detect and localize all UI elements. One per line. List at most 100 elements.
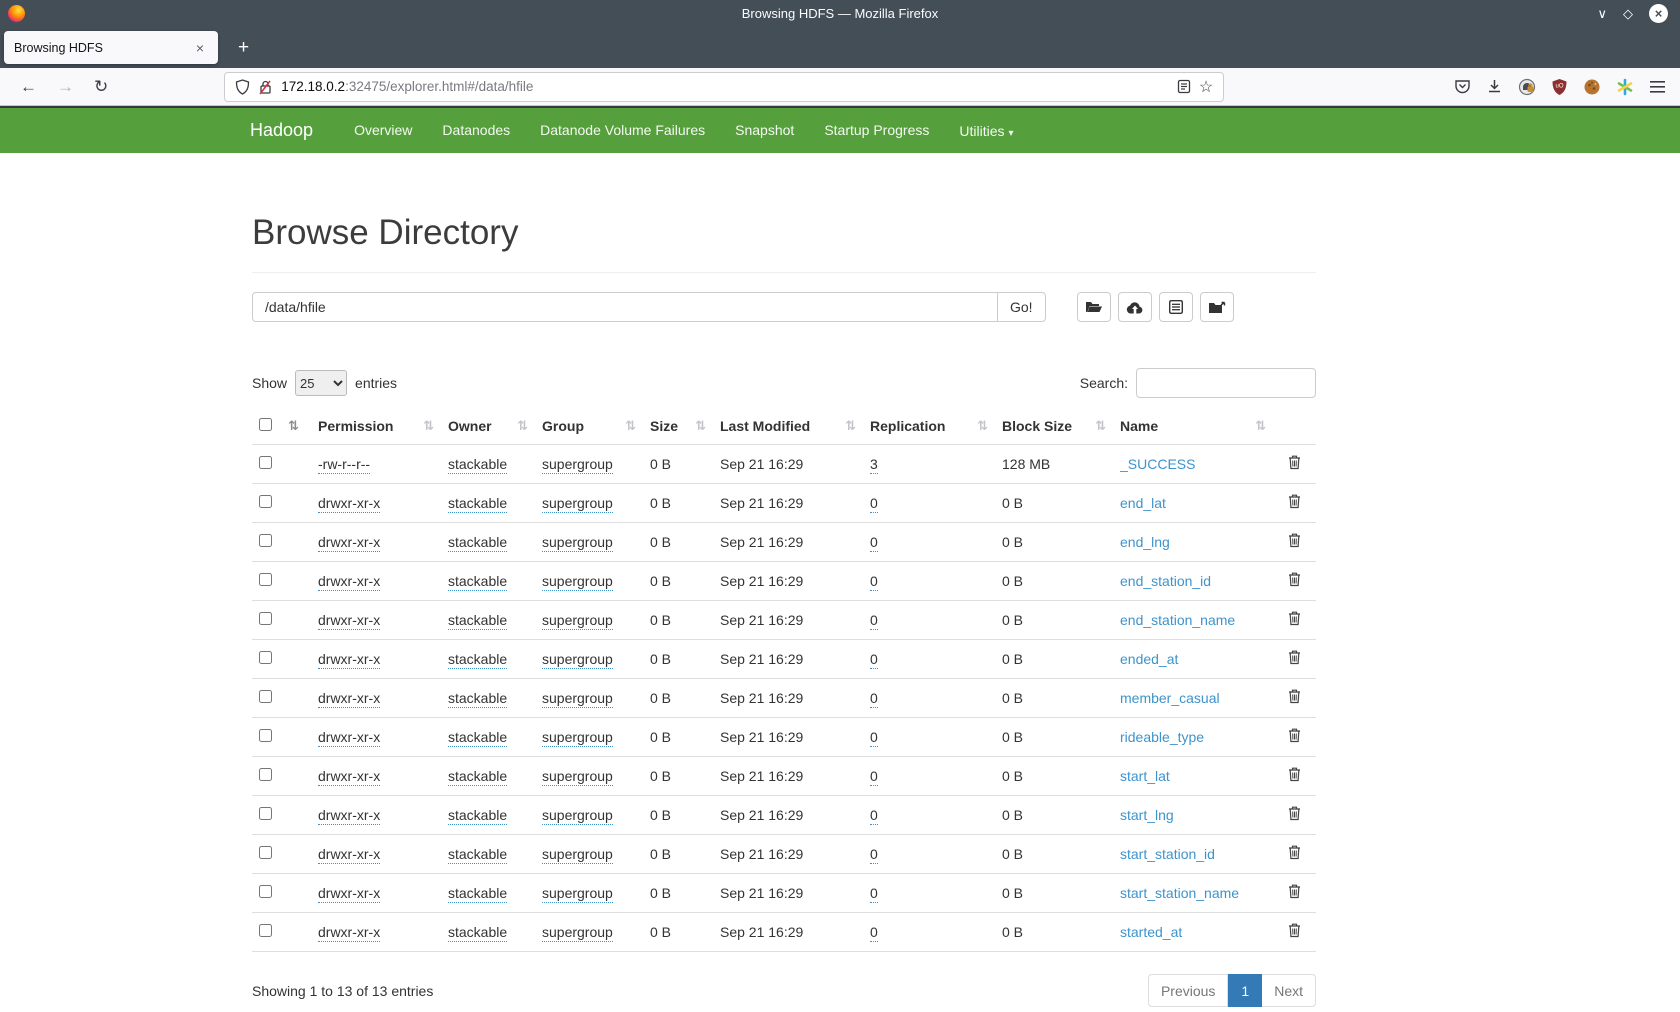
row-checkbox[interactable] (259, 729, 272, 742)
minimize-icon[interactable]: ∨ (1597, 7, 1607, 20)
replication-value[interactable]: 0 (870, 885, 878, 903)
file-link[interactable]: end_station_name (1120, 612, 1235, 628)
sort-icon[interactable]: ⇅ (517, 419, 528, 434)
group-value[interactable]: supergroup (542, 768, 613, 786)
row-checkbox[interactable] (259, 612, 272, 625)
permission-value[interactable]: drwxr-xr-x (318, 690, 380, 708)
group-value[interactable]: supergroup (542, 729, 613, 747)
group-value[interactable]: supergroup (542, 612, 613, 630)
delete-button[interactable] (1286, 765, 1303, 787)
replication-value[interactable]: 0 (870, 573, 878, 591)
select-all-checkbox[interactable] (259, 418, 272, 431)
owner-value[interactable]: stackable (448, 846, 507, 864)
navbar-item-snapshot[interactable]: Snapshot (720, 109, 809, 151)
reload-icon[interactable]: ↻ (84, 77, 118, 97)
permission-value[interactable]: drwxr-xr-x (318, 807, 380, 825)
back-icon[interactable]: ← (10, 77, 47, 97)
permission-value[interactable]: drwxr-xr-x (318, 573, 380, 591)
delete-button[interactable] (1286, 570, 1303, 592)
row-checkbox[interactable] (259, 495, 272, 508)
permission-value[interactable]: drwxr-xr-x (318, 924, 380, 942)
proxy-extension-icon[interactable] (1518, 78, 1536, 96)
url-bar[interactable]: 172.18.0.2:32475/explorer.html#/data/hfi… (224, 72, 1224, 102)
delete-button[interactable] (1286, 609, 1303, 631)
replication-value[interactable]: 0 (870, 846, 878, 864)
permission-value[interactable]: drwxr-xr-x (318, 885, 380, 903)
page-size-select[interactable]: 25 (295, 370, 347, 396)
forward-icon[interactable]: → (47, 77, 84, 97)
replication-value[interactable]: 0 (870, 768, 878, 786)
move-paste-button[interactable] (1200, 292, 1234, 322)
permission-value[interactable]: -rw-r--r-- (318, 456, 370, 474)
delete-button[interactable] (1286, 531, 1303, 553)
delete-button[interactable] (1286, 843, 1303, 865)
group-value[interactable]: supergroup (542, 534, 613, 552)
row-checkbox[interactable] (259, 846, 272, 859)
menu-icon[interactable] (1649, 80, 1666, 94)
navbar-item-overview[interactable]: Overview (339, 109, 427, 151)
replication-value[interactable]: 0 (870, 534, 878, 552)
column-size[interactable]: Size⇅ (650, 408, 720, 445)
row-checkbox[interactable] (259, 651, 272, 664)
delete-button[interactable] (1286, 687, 1303, 709)
ublock-icon[interactable]: uO (1551, 78, 1568, 96)
group-value[interactable]: supergroup (542, 573, 613, 591)
sort-icon[interactable]: ⇅ (288, 419, 299, 434)
column-name[interactable]: Name⇅ (1120, 408, 1280, 445)
close-icon[interactable]: × (1649, 4, 1668, 23)
owner-value[interactable]: stackable (448, 612, 507, 630)
go-button[interactable]: Go! (997, 292, 1046, 322)
replication-value[interactable]: 0 (870, 612, 878, 630)
row-checkbox[interactable] (259, 534, 272, 547)
group-value[interactable]: supergroup (542, 846, 613, 864)
cookie-extension-icon[interactable] (1583, 78, 1601, 96)
delete-button[interactable] (1286, 804, 1303, 826)
current-page-button[interactable]: 1 (1228, 974, 1262, 1007)
group-value[interactable]: supergroup (542, 885, 613, 903)
group-value[interactable]: supergroup (542, 807, 613, 825)
sort-icon[interactable]: ⇅ (977, 419, 988, 434)
owner-value[interactable]: stackable (448, 729, 507, 747)
permission-value[interactable]: drwxr-xr-x (318, 612, 380, 630)
replication-value[interactable]: 0 (870, 807, 878, 825)
sort-icon[interactable]: ⇅ (625, 419, 636, 434)
row-checkbox[interactable] (259, 690, 272, 703)
delete-button[interactable] (1286, 921, 1303, 943)
column-group[interactable]: Group⇅ (542, 408, 650, 445)
row-checkbox[interactable] (259, 807, 272, 820)
group-value[interactable]: supergroup (542, 651, 613, 669)
file-link[interactable]: rideable_type (1120, 729, 1204, 745)
navbar-item-datanodes[interactable]: Datanodes (427, 109, 525, 151)
column-permission[interactable]: Permission⇅ (318, 408, 448, 445)
insecure-lock-icon[interactable] (258, 79, 273, 95)
multi-account-extension-icon[interactable] (1616, 78, 1634, 96)
maximize-icon[interactable]: ◇ (1623, 7, 1633, 20)
row-checkbox[interactable] (259, 768, 272, 781)
previous-page-button[interactable]: Previous (1148, 974, 1228, 1007)
directory-path-input[interactable] (252, 292, 998, 322)
create-directory-button[interactable] (1077, 292, 1111, 322)
file-link[interactable]: started_at (1120, 924, 1182, 940)
permission-value[interactable]: drwxr-xr-x (318, 729, 380, 747)
navbar-item-datanode-volume-failures[interactable]: Datanode Volume Failures (525, 109, 720, 151)
owner-value[interactable]: stackable (448, 456, 507, 474)
delete-button[interactable] (1286, 726, 1303, 748)
permission-value[interactable]: drwxr-xr-x (318, 495, 380, 513)
file-link[interactable]: start_lat (1120, 768, 1170, 784)
sort-icon[interactable]: ⇅ (695, 419, 706, 434)
download-icon[interactable] (1486, 78, 1503, 95)
owner-value[interactable]: stackable (448, 573, 507, 591)
next-page-button[interactable]: Next (1262, 974, 1316, 1007)
replication-value[interactable]: 0 (870, 729, 878, 747)
delete-button[interactable] (1286, 453, 1303, 475)
new-tab-button[interactable]: + (232, 37, 255, 59)
shield-icon[interactable] (235, 79, 250, 95)
navbar-item-utilities[interactable]: Utilities▾ (944, 110, 1028, 152)
file-link[interactable]: start_station_id (1120, 846, 1215, 862)
row-checkbox[interactable] (259, 924, 272, 937)
navbar-item-startup-progress[interactable]: Startup Progress (809, 109, 944, 151)
group-value[interactable]: supergroup (542, 456, 613, 474)
column-replication[interactable]: Replication⇅ (870, 408, 1002, 445)
replication-value[interactable]: 0 (870, 651, 878, 669)
sort-icon[interactable]: ⇅ (423, 419, 434, 434)
